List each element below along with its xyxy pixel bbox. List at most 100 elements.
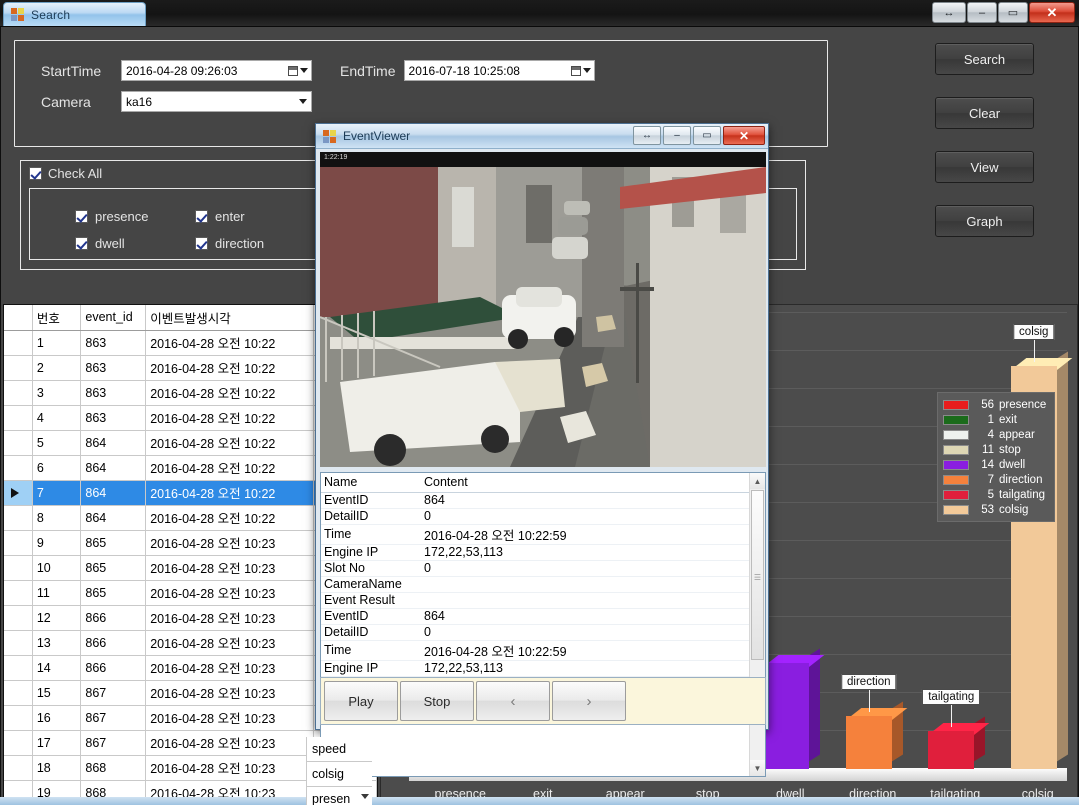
row-selector-cell[interactable] <box>4 755 33 781</box>
peek-value-speed: speed <box>307 737 372 762</box>
detail-row[interactable]: Engine IP 172,22,53,113 <box>321 660 751 677</box>
detail-vertical-scrollbar[interactable]: ▲ ☰ ▼ <box>749 473 765 776</box>
play-button[interactable]: Play <box>324 681 398 721</box>
event-detail-grid[interactable]: Name Content EventID 864 DetailID 0 Time 2016… <box>320 472 766 777</box>
camera-dropdown-button[interactable] <box>294 99 311 104</box>
row-selector-cell[interactable] <box>4 505 33 531</box>
cell-time: 2016-04-28 오전 10:22 <box>145 405 315 431</box>
start-time-input[interactable]: 2016-04-28 09:26:03 <box>121 60 312 81</box>
ev-restore-icon[interactable]: ↔ <box>633 126 661 145</box>
row-selector-cell[interactable] <box>4 355 33 381</box>
detail-cell-content: 172,22,53,113 <box>421 660 751 677</box>
column-header-event-id[interactable]: event_id <box>80 305 147 331</box>
video-preview[interactable]: 1:22:19 <box>320 152 766 467</box>
ev-close-button[interactable]: ✕ <box>723 126 765 145</box>
filter-dwell[interactable]: dwell <box>75 236 125 251</box>
legend-value: 56 <box>981 398 994 411</box>
dwell-checkbox[interactable] <box>75 237 88 250</box>
detail-row[interactable]: DetailID 0 <box>321 624 751 641</box>
scroll-down-icon[interactable]: ▼ <box>750 760 765 776</box>
direction-label: direction <box>215 236 265 251</box>
end-time-input[interactable]: 2016-07-18 10:25:08 <box>403 60 595 81</box>
camera-select[interactable]: ka16 <box>121 91 312 112</box>
restore-all-icon[interactable]: ↔ <box>932 2 966 23</box>
column-header-no[interactable]: 번호 <box>32 305 82 331</box>
row-selector-cell[interactable] <box>4 330 33 356</box>
legend-label: dwell <box>999 458 1026 471</box>
window-controls: ↔ – ▭ ✕ <box>932 2 1075 23</box>
check-all-row[interactable]: Check All <box>29 166 102 181</box>
row-selector-cell[interactable] <box>4 380 33 406</box>
detail-row[interactable]: Time 2016-04-28 오전 10:22:59 <box>321 524 751 545</box>
detail-row[interactable]: CameraName <box>321 576 751 593</box>
enter-checkbox[interactable] <box>195 210 208 223</box>
row-selector-cell[interactable] <box>4 680 33 706</box>
start-time-picker-button[interactable] <box>287 61 309 80</box>
next-button[interactable]: › <box>552 681 626 721</box>
detail-scroll-thumb[interactable]: ☰ <box>751 490 764 660</box>
ev-minimize-button[interactable]: – <box>663 126 691 145</box>
search-button[interactable]: Search <box>935 43 1034 75</box>
window-tab-search[interactable]: Search <box>3 2 146 26</box>
row-selector-cell[interactable] <box>4 730 33 756</box>
chevron-down-icon[interactable] <box>361 794 369 799</box>
maximize-button[interactable]: ▭ <box>998 2 1028 23</box>
graph-button[interactable]: Graph <box>935 205 1034 237</box>
presence-checkbox[interactable] <box>75 210 88 223</box>
cell-time: 2016-04-28 오전 10:23 <box>145 630 315 656</box>
filter-direction[interactable]: direction <box>195 236 264 251</box>
filter-presence[interactable]: presence <box>75 209 148 224</box>
row-selector-cell[interactable] <box>4 430 33 456</box>
app-icon <box>323 129 337 143</box>
legend-item: 7 direction <box>943 472 1049 487</box>
chart-callout-tailgating: tailgating <box>922 689 981 705</box>
row-selector-cell[interactable] <box>4 655 33 681</box>
row-selector-cell[interactable] <box>4 630 33 656</box>
clear-button[interactable]: Clear <box>935 97 1034 129</box>
detail-column-header-name[interactable]: Name <box>321 473 421 493</box>
detail-row[interactable]: Slot No 0 <box>321 560 751 577</box>
legend-item: 1 exit <box>943 412 1049 427</box>
filter-enter[interactable]: enter <box>195 209 245 224</box>
check-all-checkbox[interactable] <box>29 167 42 180</box>
row-selector-cell[interactable] <box>4 605 33 631</box>
scroll-up-icon[interactable]: ▲ <box>750 473 765 489</box>
view-button[interactable]: View <box>935 151 1034 183</box>
direction-checkbox[interactable] <box>195 237 208 250</box>
detail-row[interactable]: EventID 864 <box>321 492 751 509</box>
chart-bar-direction[interactable] <box>845 701 908 769</box>
cell-no: 8 <box>32 505 82 531</box>
detail-row[interactable]: EventID 864 <box>321 608 751 625</box>
chart-bar-dwell[interactable] <box>763 648 825 769</box>
row-selector-cell[interactable] <box>4 580 33 606</box>
row-selector-cell[interactable] <box>4 455 33 481</box>
legend-color-swatch <box>943 459 969 470</box>
event-viewer-title-bar[interactable]: EventViewer ↔ – ▭ ✕ <box>316 124 768 149</box>
detail-cell-content: 0 <box>421 508 751 525</box>
close-button[interactable]: ✕ <box>1029 2 1075 23</box>
row-selector-cell[interactable] <box>4 555 33 581</box>
row-selector-cell[interactable] <box>4 405 33 431</box>
detail-row[interactable]: DetailID 0 <box>321 508 751 525</box>
row-selector-cell[interactable] <box>4 480 33 506</box>
event-detail-table-body: EventID 864 DetailID 0 Time 2016-04-28 오전 10:… <box>321 492 751 677</box>
minimize-button[interactable]: – <box>967 2 997 23</box>
cell-event-id: 864 <box>80 480 147 506</box>
detail-row[interactable]: Engine IP 172,22,53,113 <box>321 544 751 561</box>
cell-no: 7 <box>32 480 82 506</box>
stop-button[interactable]: Stop <box>400 681 474 721</box>
column-header-time[interactable]: 이벤트발생시각 <box>145 305 315 331</box>
row-selector-cell[interactable] <box>4 705 33 731</box>
previous-button[interactable]: ‹ <box>476 681 550 721</box>
detail-column-header-content[interactable]: Content <box>421 473 751 493</box>
application-root: Search ↔ – ▭ ✕ StartTime 2016-04-28 09:2… <box>0 0 1079 805</box>
detail-header-row: Name Content <box>321 473 751 493</box>
ev-maximize-button[interactable]: ▭ <box>693 126 721 145</box>
end-time-picker-button[interactable] <box>569 61 592 80</box>
chevron-down-icon <box>582 68 591 73</box>
detail-row[interactable]: Time 2016-04-28 오전 10:22:59 <box>321 640 751 661</box>
detail-row[interactable]: Event Result <box>321 592 751 609</box>
row-selector-cell[interactable] <box>4 530 33 556</box>
detail-cell-content: 172,22,53,113 <box>421 544 751 561</box>
chart-bar-tailgating[interactable] <box>928 716 990 769</box>
